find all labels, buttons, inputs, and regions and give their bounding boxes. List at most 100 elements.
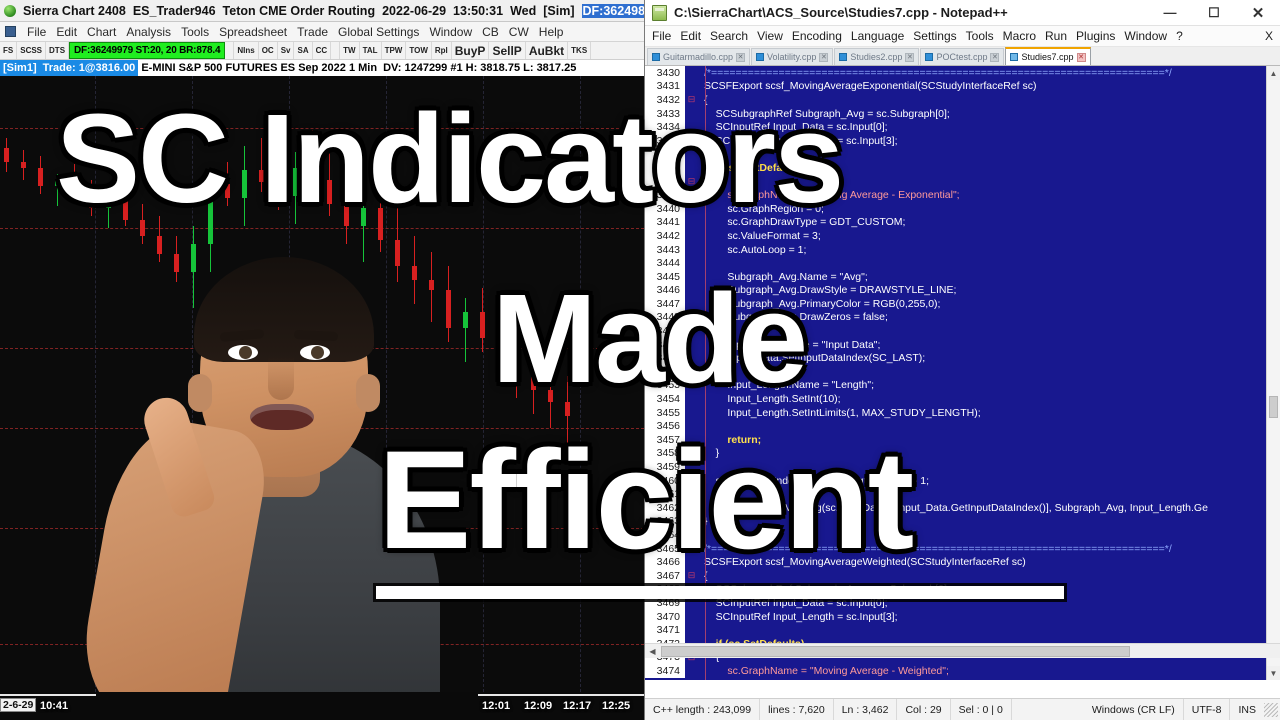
toolbar-button-scss[interactable]: SCSS: [17, 42, 47, 59]
menu-trade[interactable]: Trade: [297, 25, 328, 39]
fold-marker-icon[interactable]: [685, 528, 698, 542]
npp-menu-language[interactable]: Language: [851, 29, 904, 43]
fold-marker-icon[interactable]: [685, 596, 698, 610]
code-line[interactable]: 3441 sc.GraphDrawType = GDT_CUSTOM;: [645, 215, 1266, 230]
menu-spreadsheet[interactable]: Spreadsheet: [219, 25, 287, 39]
tab-close-icon[interactable]: ✕: [819, 52, 829, 62]
code-line[interactable]: 3453 Input_Length.Name = "Length";: [645, 378, 1266, 393]
minimize-button[interactable]: —: [1148, 0, 1192, 26]
fold-marker-icon[interactable]: ⊟: [685, 446, 698, 461]
code-line[interactable]: 3457 return;: [645, 433, 1266, 447]
fold-marker-icon[interactable]: ⊟: [685, 568, 698, 583]
code-line[interactable]: 3470 SCInputRef Input_Length = sc.Input[…: [645, 609, 1266, 624]
code-line[interactable]: 3458 ⊟ }: [645, 446, 1266, 461]
npp-menu-view[interactable]: View: [757, 29, 783, 43]
editor-tab-3[interactable]: POCtest.cpp ✕: [920, 48, 1005, 65]
fold-marker-icon[interactable]: ⊟: [685, 514, 698, 529]
npp-menu-macro[interactable]: Macro: [1003, 29, 1036, 43]
code-line[interactable]: 3442 sc.ValueFormat = 3;: [645, 229, 1266, 243]
fold-marker-icon[interactable]: [685, 365, 698, 379]
menu-window[interactable]: Window: [429, 25, 472, 39]
npp-menu-edit[interactable]: Edit: [680, 29, 701, 43]
code-line[interactable]: 3435 SCInputRef Input_Length = sc.Input[…: [645, 133, 1266, 148]
chart-time-axis[interactable]: 2-6-29 10:41 12:01 12:09 12:17 12:25: [0, 692, 644, 720]
code-line[interactable]: 3448 Subgraph_Avg.DrawZeros = false;: [645, 310, 1266, 325]
code-line[interactable]: 3454 Input_Length.SetInt(10);: [645, 392, 1266, 406]
code-line[interactable]: 3452: [645, 365, 1266, 379]
fold-marker-icon[interactable]: [685, 555, 698, 569]
price-chart-canvas[interactable]: [0, 76, 644, 692]
fold-marker-icon[interactable]: [685, 378, 698, 393]
npp-menu-help[interactable]: ?: [1176, 29, 1183, 43]
fold-marker-icon[interactable]: [685, 501, 698, 515]
menu-edit[interactable]: Edit: [56, 25, 77, 39]
code-line[interactable]: 3437 if (sc.SetDefaults): [645, 161, 1266, 175]
fold-marker-icon[interactable]: [685, 269, 698, 284]
code-line[interactable]: 3456: [645, 419, 1266, 434]
code-line[interactable]: 3445 Subgraph_Avg.Name = "Avg";: [645, 269, 1266, 284]
menu-global-settings[interactable]: Global Settings: [338, 25, 419, 39]
fold-marker-icon[interactable]: [685, 324, 698, 338]
fold-marker-icon[interactable]: [685, 664, 698, 678]
code-line[interactable]: 3461: [645, 487, 1266, 501]
menu-cb[interactable]: CB: [482, 25, 499, 39]
menu-help[interactable]: Help: [539, 25, 564, 39]
window-system-icon[interactable]: [5, 26, 16, 37]
fold-marker-icon[interactable]: [685, 283, 698, 298]
menu-tools[interactable]: Tools: [181, 25, 209, 39]
toolbar-button-buyp[interactable]: BuyP: [452, 42, 490, 59]
fold-marker-icon[interactable]: ⊟: [685, 93, 698, 107]
code-line[interactable]: 3460 sc.DataStartIndex = Input_Length.Ge…: [645, 473, 1266, 488]
notepadpp-tab-bar[interactable]: Guitarmadillo.cpp ✕ Volatility.cpp ✕ Studies…: [645, 47, 1280, 66]
code-line[interactable]: 3474 sc.GraphName = "Moving Average - We…: [645, 664, 1266, 678]
npp-menu-run[interactable]: Run: [1045, 29, 1067, 43]
fold-marker-icon[interactable]: [685, 229, 698, 243]
code-line[interactable]: 3471: [645, 623, 1266, 637]
toolbar-button-nins[interactable]: NIns: [234, 42, 259, 59]
fold-marker-icon[interactable]: [685, 405, 698, 420]
tab-close-icon[interactable]: ✕: [1076, 52, 1086, 62]
code-line[interactable]: 3446 Subgraph_Avg.DrawStyle = DRAWSTYLE_…: [645, 283, 1266, 298]
fold-marker-icon[interactable]: [685, 201, 698, 216]
editor-horizontal-scrollbar[interactable]: ◀: [645, 643, 1280, 658]
code-line[interactable]: 3443 sc.AutoLoop = 1;: [645, 242, 1266, 257]
code-line[interactable]: 3431 SCSFExport scsf_MovingAverageExponen…: [645, 79, 1266, 94]
fold-marker-icon[interactable]: [685, 419, 698, 434]
code-line[interactable]: 3449: [645, 324, 1266, 338]
toolbar-button-tal[interactable]: TAL: [360, 42, 382, 59]
code-line[interactable]: 3463 ⊟}: [645, 514, 1266, 529]
fold-marker-icon[interactable]: [685, 66, 698, 80]
fold-marker-icon[interactable]: [685, 609, 698, 624]
toolbar-button-aubkt[interactable]: AuBkt: [526, 42, 569, 59]
code-line[interactable]: 3444: [645, 256, 1266, 270]
fold-marker-icon[interactable]: [685, 256, 698, 270]
sierra-toolbar[interactable]: FS SCSS DTS DF:36249979 ST:20, 20 BR:878…: [0, 42, 644, 60]
scroll-down-arrow-icon[interactable]: ▼: [1267, 666, 1280, 680]
close-document-button[interactable]: X: [1265, 29, 1273, 43]
fold-marker-icon[interactable]: [685, 487, 698, 501]
vertical-scroll-thumb[interactable]: [1269, 396, 1278, 418]
toolbar-button-rpl[interactable]: Rpl: [432, 42, 452, 59]
code-line[interactable]: 3455 Input_Length.SetIntLimits(1, MAX_ST…: [645, 405, 1266, 420]
fold-marker-icon[interactable]: [685, 133, 698, 148]
fold-marker-icon[interactable]: [685, 582, 698, 597]
code-line[interactable]: 3438 ⊟ {: [645, 174, 1266, 189]
fold-marker-icon[interactable]: [685, 541, 698, 556]
horizontal-scroll-thumb[interactable]: [661, 645, 1130, 657]
fold-marker-icon[interactable]: [685, 188, 698, 202]
maximize-button[interactable]: ☐: [1192, 0, 1236, 26]
code-line[interactable]: 3436: [645, 147, 1266, 162]
fold-marker-icon[interactable]: [685, 120, 698, 134]
menu-chart[interactable]: Chart: [87, 25, 116, 39]
fold-marker-icon[interactable]: [685, 337, 698, 352]
toolbar-button-tw[interactable]: TW: [340, 42, 360, 59]
fold-marker-icon[interactable]: [685, 79, 698, 94]
code-line[interactable]: 3434 SCInputRef Input_Data = sc.Input[0]…: [645, 120, 1266, 134]
code-line[interactable]: 3462 sc.ExponentialMovAvg(sc.BaseDataIn[…: [645, 501, 1266, 515]
code-line[interactable]: 3464: [645, 528, 1266, 542]
code-line[interactable]: 3451 Input_Data.SetInputDataIndex(SC_LAS…: [645, 351, 1266, 366]
toolbar-button-tpw[interactable]: TPW: [382, 42, 407, 59]
code-line[interactable]: 3439 sc.GraphName = "Moving Average - Ex…: [645, 188, 1266, 202]
toolbar-button-fs[interactable]: FS: [0, 42, 18, 59]
npp-menu-encoding[interactable]: Encoding: [792, 29, 842, 43]
